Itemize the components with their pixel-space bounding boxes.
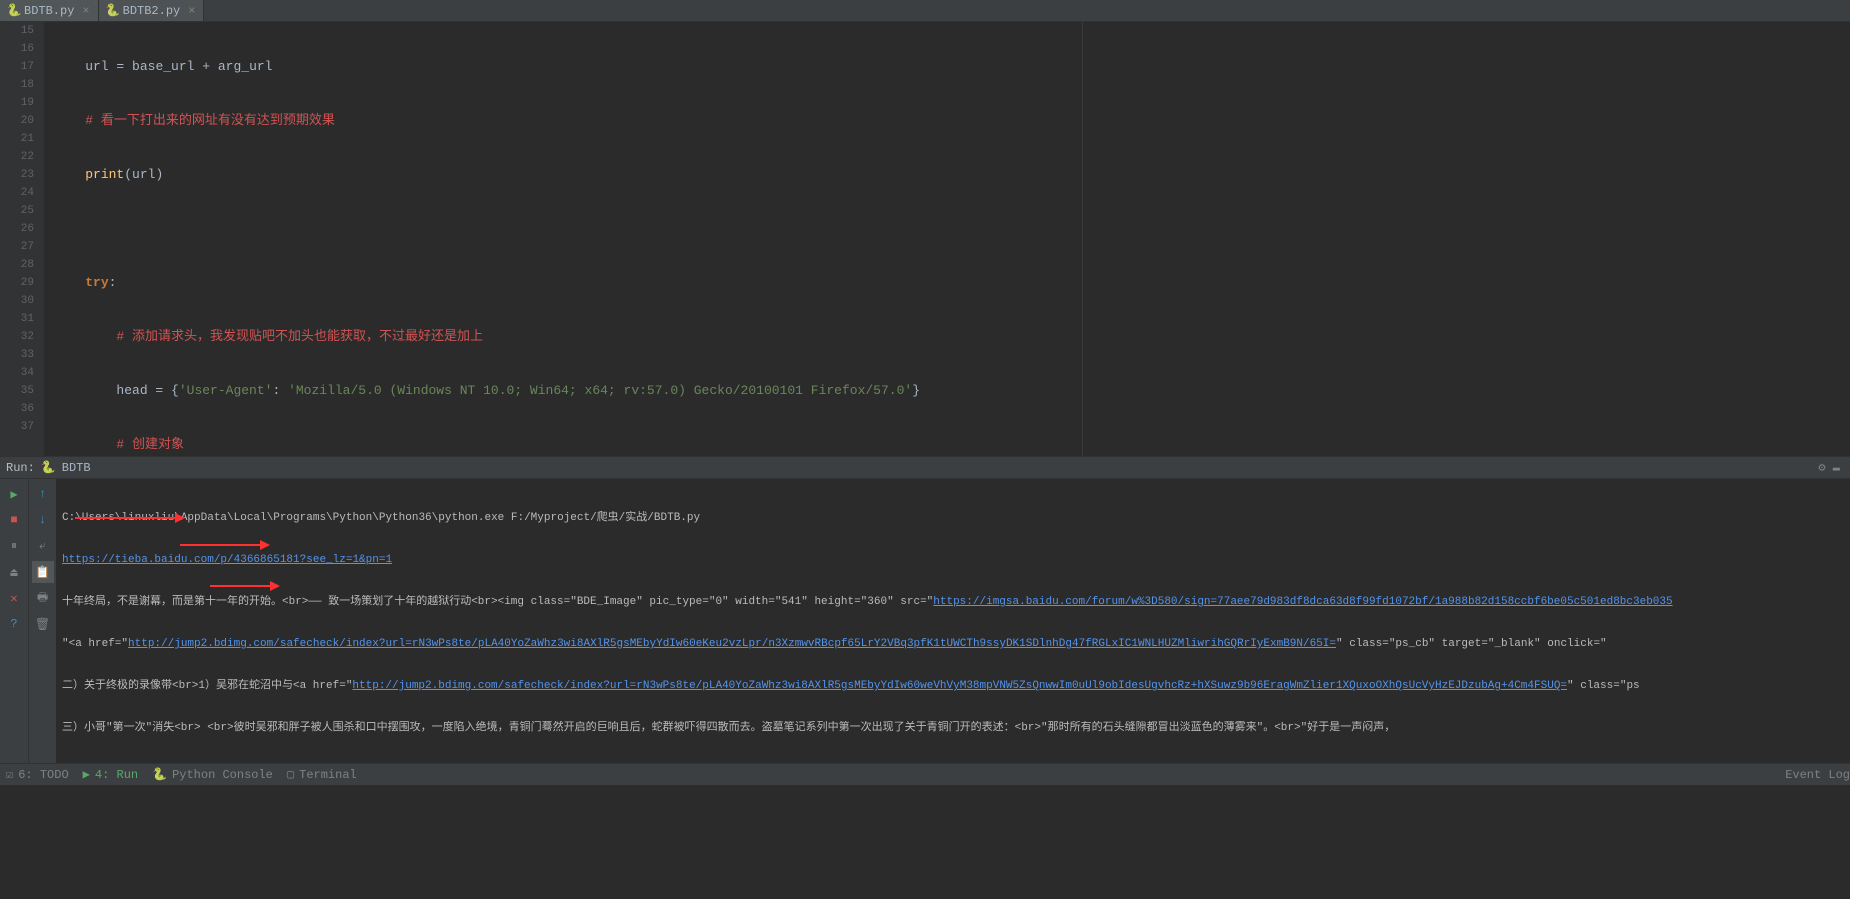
run-label: Run: — [6, 461, 35, 475]
todo-tab[interactable]: ☑6: TODO — [6, 767, 69, 782]
console-line: C:\Users\linuxliu\AppData\Local\Programs… — [62, 511, 1844, 525]
stop-button[interactable]: ■ — [3, 509, 25, 531]
python-icon: 🐍 — [8, 5, 20, 17]
run-toolbar-2: ↑ ↓ ⤶ 📋 🖶 🗑 — [28, 479, 56, 763]
editor[interactable]: 1516171819 2021222324 2526272829 3031323… — [0, 22, 1850, 456]
scroll-button[interactable]: 📋 — [32, 561, 54, 583]
python-icon: 🐍 — [41, 460, 56, 475]
event-log-tab[interactable]: Event Log — [1785, 768, 1850, 782]
close-icon[interactable]: × — [188, 4, 195, 18]
run-toolbar-1: ▶ ■ ⏸ ⏏ ✕ ? — [0, 479, 28, 763]
clear-button[interactable]: 🗑 — [32, 613, 54, 635]
console-output[interactable]: C:\Users\linuxliu\AppData\Local\Programs… — [56, 479, 1850, 763]
python-icon: 🐍 — [107, 5, 119, 17]
run-config-name: BDTB — [62, 461, 91, 475]
tab-label: BDTB.py — [24, 4, 74, 18]
up-button[interactable]: ↑ — [32, 483, 54, 505]
run-header: Run: 🐍 BDTB ⚙ ▬ — [0, 457, 1850, 479]
close-icon[interactable]: × — [82, 4, 89, 18]
tab-bdtb[interactable]: 🐍 BDTB.py × — [0, 0, 99, 21]
terminal-tab[interactable]: ▢Terminal — [287, 767, 357, 782]
console-link[interactable]: http://jump2.bdimg.com/safecheck/index?u… — [352, 680, 1567, 692]
tab-label: BDTB2.py — [123, 4, 181, 18]
help-button[interactable]: ? — [3, 613, 25, 635]
bottom-tool-bar: ☑6: TODO ▶4: Run 🐍Python Console ▢Termin… — [0, 763, 1850, 785]
exit-button[interactable]: ⏏ — [3, 561, 25, 583]
rerun-button[interactable]: ▶ — [3, 483, 25, 505]
right-margin — [1082, 22, 1083, 456]
close-button[interactable]: ✕ — [3, 587, 25, 609]
gutter: 1516171819 2021222324 2526272829 3031323… — [0, 22, 44, 456]
wrap-button[interactable]: ⤶ — [32, 535, 54, 557]
run-panel: Run: 🐍 BDTB ⚙ ▬ ▶ ■ ⏸ ⏏ ✕ ? ↑ ↓ ⤶ 📋 🖶 🗑 … — [0, 456, 1850, 763]
print-button[interactable]: 🖶 — [32, 587, 54, 609]
console-link[interactable]: http://jump2.bdimg.com/safecheck/index?u… — [128, 638, 1336, 650]
gear-icon[interactable]: ⚙ ▬ — [1818, 460, 1840, 475]
run-body: ▶ ■ ⏸ ⏏ ✕ ? ↑ ↓ ⤶ 📋 🖶 🗑 C:\Users\linuxli… — [0, 479, 1850, 763]
pause-button[interactable]: ⏸ — [3, 535, 25, 557]
down-button[interactable]: ↓ — [32, 509, 54, 531]
code-area[interactable]: url = base_url + arg_url # 看一下打出来的网址有没有达… — [44, 22, 1850, 456]
console-link[interactable]: https://imgsa.baidu.com/forum/w%3D580/si… — [933, 596, 1672, 608]
tab-bdtb2[interactable]: 🐍 BDTB2.py × — [99, 0, 205, 21]
python-console-tab[interactable]: 🐍Python Console — [152, 767, 273, 782]
run-tab[interactable]: ▶4: Run — [83, 767, 138, 782]
console-link[interactable]: https://tieba.baidu.com/p/4366865181?see… — [62, 554, 392, 566]
editor-tabs: 🐍 BDTB.py × 🐍 BDTB2.py × — [0, 0, 1850, 22]
